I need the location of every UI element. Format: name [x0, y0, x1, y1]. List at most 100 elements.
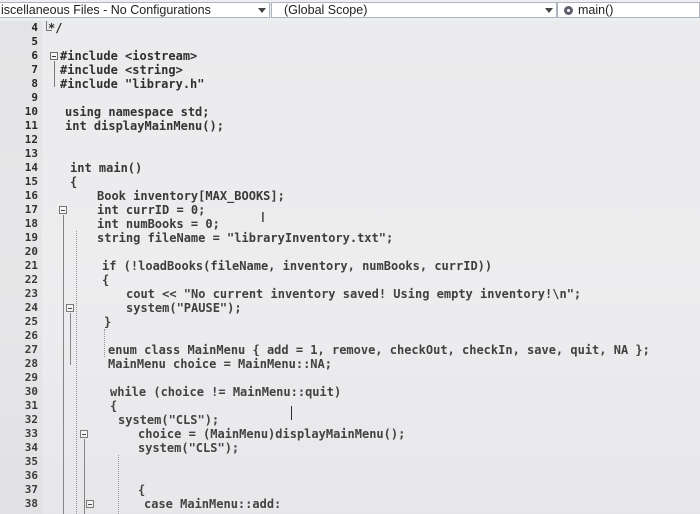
line-number: 13 — [24, 147, 38, 160]
code-line[interactable]: #include "library.h" — [60, 77, 205, 91]
code-line[interactable]: if (!loadBooks(fileName, inventory, numB… — [102, 259, 492, 273]
indent-guide — [118, 455, 119, 514]
text-caret — [291, 406, 292, 420]
line-number: 7 — [31, 63, 38, 76]
collapse-icon[interactable] — [66, 304, 74, 312]
line-number: 27 — [24, 343, 38, 356]
code-text: system("CLS"); — [118, 413, 220, 427]
code-line[interactable]: int main() — [70, 161, 142, 175]
chevron-down-icon[interactable] — [545, 8, 553, 13]
code-text: case MainMenu::add: — [144, 497, 282, 511]
code-line[interactable]: while (choice != MainMenu::quit) — [110, 385, 341, 399]
code-line[interactable]: case MainMenu::add: — [144, 497, 281, 511]
code-line[interactable]: int currID = 0; — [97, 203, 205, 217]
navigation-bar: iscellaneous Files - No Configurations (… — [0, 0, 700, 22]
code-comment: */ — [48, 21, 63, 35]
line-number: 8 — [31, 77, 38, 90]
code-text: #include <iostream> — [60, 49, 198, 63]
code-line[interactable]: string fileName = "libraryInventory.txt"… — [97, 231, 393, 245]
line-number: 16 — [24, 189, 38, 202]
code-text: Book inventory[MAX_BOOKS]; — [97, 189, 285, 203]
line-number: 17 — [24, 203, 38, 216]
code-line[interactable]: } — [104, 315, 111, 329]
line-number: 29 — [24, 371, 38, 384]
line-number: 22 — [24, 273, 38, 286]
collapse-icon[interactable] — [80, 430, 88, 438]
indent-guide — [76, 231, 77, 514]
project-dropdown[interactable]: iscellaneous Files - No Configurations — [0, 2, 270, 18]
line-number: 20 — [24, 245, 38, 258]
collapse-icon[interactable] — [86, 500, 94, 508]
code-text: cout << "No current inventory saved! Usi… — [126, 287, 582, 301]
code-text: { — [70, 175, 78, 189]
line-number: 21 — [24, 259, 38, 272]
code-editor[interactable]: 4 5 6 7 8 9 10 11 12 13 14 15 16 17 18 1… — [0, 21, 700, 514]
function-icon — [564, 6, 573, 15]
scope-dropdown-label: (Global Scope) — [284, 3, 368, 17]
line-number: 9 — [31, 91, 38, 104]
code-line[interactable]: Book inventory[MAX_BOOKS]; — [97, 189, 285, 203]
member-dropdown[interactable]: main() — [545, 2, 700, 18]
collapse-icon[interactable] — [59, 206, 67, 214]
code-text: if (!loadBooks(fileName, inventory, numB… — [102, 259, 493, 273]
line-number: 25 — [24, 315, 38, 328]
indent-guide — [104, 329, 105, 357]
code-text: system("PAUSE"); — [126, 301, 242, 315]
line-number: 30 — [24, 385, 38, 398]
code-line[interactable]: { — [138, 483, 145, 497]
line-number: 37 — [24, 483, 38, 496]
code-line[interactable]: #include <iostream> — [60, 49, 197, 63]
code-line[interactable]: system("CLS"); — [138, 441, 239, 455]
code-line[interactable]: using namespace std; — [65, 105, 210, 119]
code-text: int currID = 0; — [97, 203, 206, 217]
line-number: 32 — [24, 413, 38, 426]
code-text: } — [104, 315, 112, 329]
line-number: 28 — [24, 357, 38, 370]
line-number: 31 — [24, 399, 38, 412]
code-line[interactable]: { — [70, 175, 77, 189]
chevron-down-icon[interactable] — [258, 8, 266, 13]
code-text: while (choice != MainMenu::quit) — [110, 385, 342, 399]
code-line[interactable]: { — [110, 399, 117, 413]
line-number: 33 — [24, 427, 38, 440]
collapse-icon[interactable] — [50, 52, 58, 60]
code-line[interactable]: #include <string> — [60, 63, 183, 77]
member-dropdown-label: main() — [578, 3, 614, 17]
line-number: 15 — [24, 175, 38, 188]
code-text: { — [110, 399, 118, 413]
code-line[interactable]: int displayMainMenu(); — [65, 119, 224, 133]
code-text: int displayMainMenu(); — [65, 119, 224, 133]
line-number: 19 — [24, 231, 38, 244]
code-text: using namespace std; — [65, 105, 210, 119]
line-number: 36 — [24, 469, 38, 482]
code-line[interactable]: cout << "No current inventory saved! Usi… — [126, 287, 581, 301]
line-number: 38 — [24, 497, 38, 510]
line-number: 5 — [31, 35, 38, 48]
line-number: 35 — [24, 455, 38, 468]
outline-line — [63, 215, 64, 514]
code-text: choice = (MainMenu)displayMainMenu(); — [138, 427, 406, 441]
code-line[interactable]: MainMenu choice = MainMenu::NA; — [108, 357, 332, 371]
code-line[interactable]: system("CLS"); — [118, 413, 219, 427]
code-text: MainMenu choice = MainMenu::NA; — [108, 357, 332, 371]
code-text: string fileName = "libraryInventory.txt"… — [97, 231, 394, 245]
line-number: 6 — [31, 49, 38, 62]
outline-line — [70, 313, 71, 365]
line-number: 10 — [24, 105, 38, 118]
code-line[interactable]: choice = (MainMenu)displayMainMenu(); — [138, 427, 405, 441]
code-line[interactable]: { — [102, 273, 109, 287]
code-line[interactable]: enum class MainMenu { add = 1, remove, c… — [108, 343, 650, 357]
code-line[interactable]: system("PAUSE"); — [126, 301, 242, 315]
code-text: enum class MainMenu { add = 1, remove, c… — [108, 343, 650, 357]
code-line[interactable]: */ — [48, 21, 62, 35]
line-number: 26 — [24, 329, 38, 342]
line-number: 4 — [31, 21, 38, 34]
project-dropdown-label: iscellaneous Files - No Configurations — [1, 3, 211, 17]
code-text: #include "library.h" — [60, 77, 205, 91]
code-text: #include <string> — [60, 63, 183, 77]
line-number: 23 — [24, 287, 38, 300]
code-line[interactable]: int numBooks = 0; — [97, 217, 220, 231]
outline-line — [84, 439, 85, 514]
outline-line — [54, 61, 55, 87]
scope-dropdown[interactable]: (Global Scope) — [271, 2, 557, 18]
